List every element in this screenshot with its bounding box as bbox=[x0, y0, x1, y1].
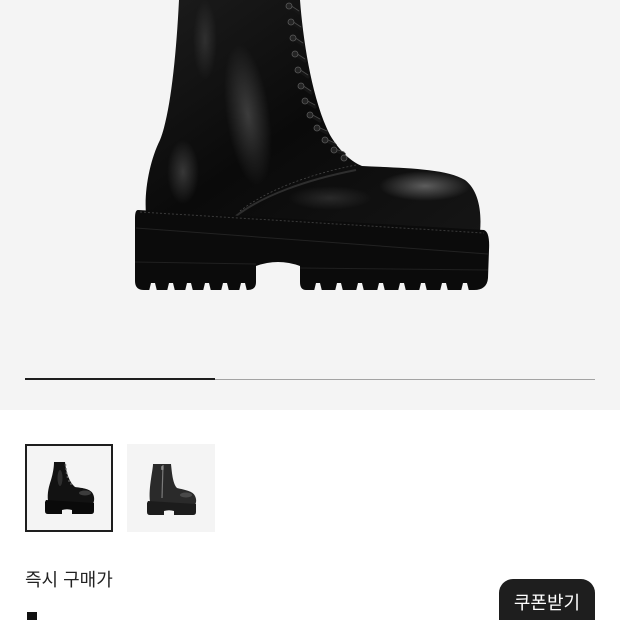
get-coupon-button[interactable]: 쿠폰받기 bbox=[499, 579, 595, 620]
thumbnail-2-image bbox=[147, 464, 197, 515]
price-value bbox=[27, 612, 37, 620]
product-image-gallery[interactable] bbox=[0, 0, 620, 410]
gallery-progress-fill bbox=[25, 378, 215, 380]
thumbnail-strip bbox=[25, 444, 215, 532]
thumbnail-1-image bbox=[45, 462, 95, 514]
instant-buy-price-label: 즉시 구매가 bbox=[25, 570, 113, 590]
thumbnail-2[interactable] bbox=[127, 444, 215, 532]
product-image bbox=[134, 0, 490, 291]
gallery-progress-track bbox=[25, 378, 595, 380]
product-page: 즉시 구매가 쿠폰받기 bbox=[0, 0, 620, 620]
thumbnail-1[interactable] bbox=[25, 444, 113, 532]
get-coupon-button-label: 쿠폰받기 bbox=[513, 593, 581, 613]
